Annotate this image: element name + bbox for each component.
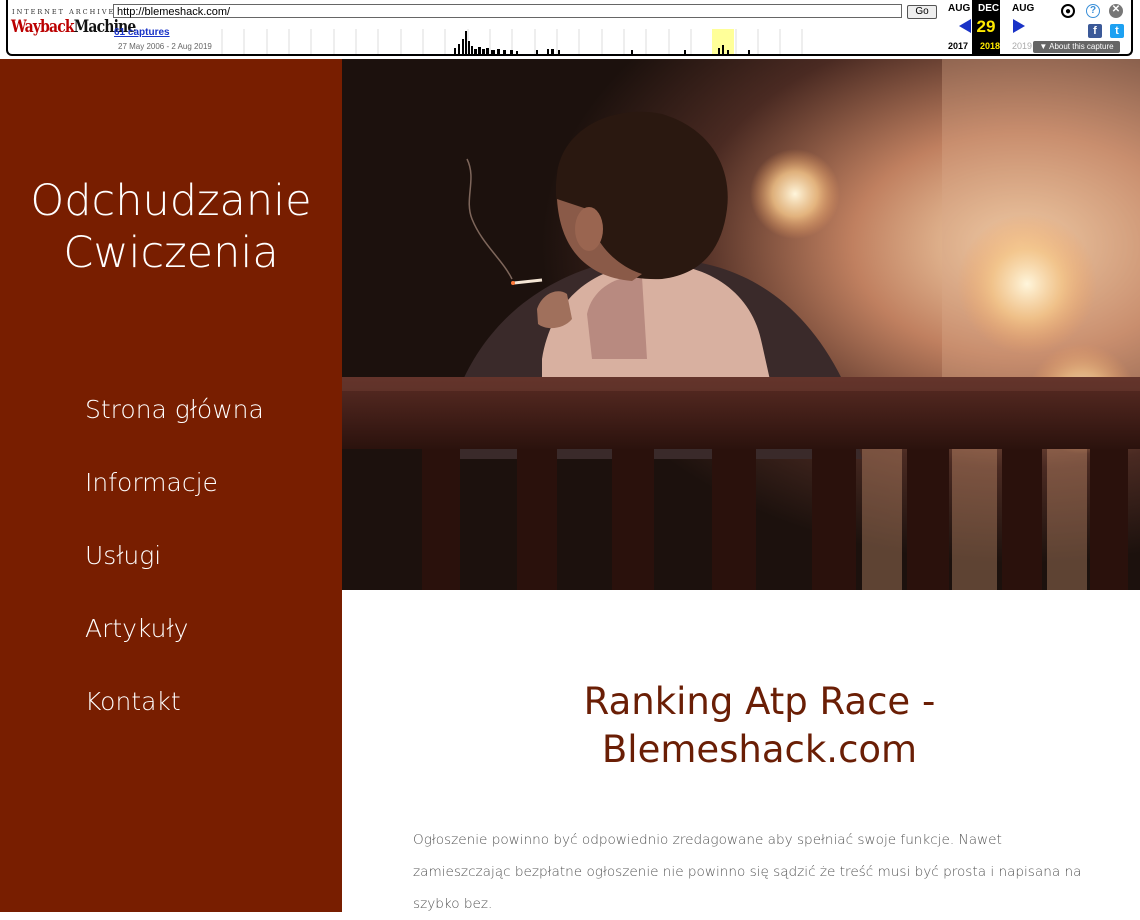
next-year-label[interactable]: 2019 xyxy=(1012,41,1032,51)
wayback-logo-wayback: Wayback xyxy=(11,17,75,37)
main-navigation: Strona główna Informacje Usługi Artykuły… xyxy=(85,389,264,754)
next-capture-arrow-icon[interactable] xyxy=(1013,19,1025,33)
nav-item-home[interactable]: Strona główna xyxy=(85,389,264,462)
nav-item-articles[interactable]: Artykuły xyxy=(85,608,264,681)
page-title: Ranking Atp Race - Blemeshack.com xyxy=(342,678,1140,774)
user-account-icon[interactable]: ● xyxy=(1061,4,1075,18)
url-input[interactable]: http://blemeshack.com/ xyxy=(113,4,902,18)
site-title-line1: Odchudzanie xyxy=(30,176,312,226)
capture-date-range: 27 May 2006 - 2 Aug 2019 xyxy=(118,42,212,51)
wayback-logo-caption: INTERNET ARCHIVE xyxy=(12,8,116,16)
nav-item-services[interactable]: Usługi xyxy=(85,535,264,608)
intro-paragraph: Ogłoszenie powinno być odpowiednio zreda… xyxy=(413,831,1082,912)
main-content: Ranking Atp Race - Blemeshack.com Ogłosz… xyxy=(342,590,1140,912)
chevron-down-icon: ▼ xyxy=(1039,42,1050,51)
page-title-line1: Ranking Atp Race - xyxy=(583,680,936,723)
site-title[interactable]: Odchudzanie Cwiczenia xyxy=(0,175,342,279)
current-year-label: 2018 xyxy=(980,41,1001,51)
site-title-line2: Cwiczenia xyxy=(63,228,279,278)
current-day-label: 29 xyxy=(976,17,996,36)
hero-image xyxy=(342,59,1140,590)
current-month-label: DEC xyxy=(978,3,1000,14)
prev-capture-arrow-icon[interactable] xyxy=(959,19,971,33)
help-icon[interactable]: ? xyxy=(1086,4,1100,18)
page-title-line2: Blemeshack.com xyxy=(601,728,918,771)
prev-year-label[interactable]: 2017 xyxy=(948,41,968,51)
about-capture-button[interactable]: ▼ About this capture xyxy=(1033,41,1120,53)
hero-photo-illustration xyxy=(342,59,1140,590)
captures-link[interactable]: 61 captures xyxy=(114,27,170,38)
sidebar: Odchudzanie Cwiczenia Strona główna Info… xyxy=(0,59,342,912)
facebook-icon[interactable]: f xyxy=(1088,24,1102,38)
go-button[interactable]: Go xyxy=(907,5,937,19)
next-month-label[interactable]: AUG xyxy=(1012,3,1034,14)
wayback-toolbar: INTERNET ARCHIVE WaybackMachine http://b… xyxy=(0,0,1140,59)
nav-item-information[interactable]: Informacje xyxy=(85,462,264,535)
nav-item-contact[interactable]: Kontakt xyxy=(85,681,264,754)
capture-sparkline[interactable] xyxy=(216,29,806,54)
about-capture-label: About this capture xyxy=(1049,42,1114,51)
twitter-icon[interactable]: t xyxy=(1110,24,1124,38)
close-icon[interactable]: ✕ xyxy=(1109,4,1123,18)
prev-month-label[interactable]: AUG xyxy=(948,3,970,14)
